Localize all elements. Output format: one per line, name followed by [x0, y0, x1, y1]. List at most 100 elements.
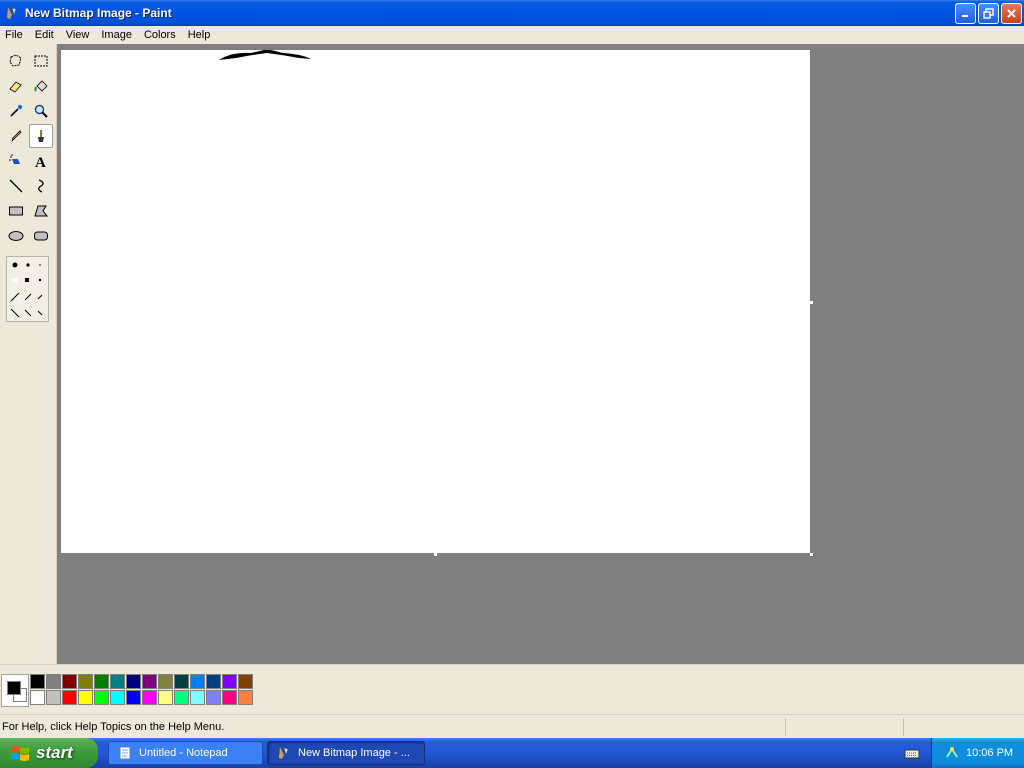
rectangle-tool[interactable]	[4, 199, 28, 223]
color-swatch[interactable]	[126, 690, 141, 705]
rounded-rectangle-tool[interactable]	[29, 224, 53, 248]
magnifier-icon	[34, 104, 48, 118]
curve-tool[interactable]	[29, 174, 53, 198]
color-swatch[interactable]	[94, 674, 109, 689]
color-swatch[interactable]	[142, 690, 157, 705]
select-icon	[34, 55, 48, 67]
color-swatch[interactable]	[222, 674, 237, 689]
ellipse-tool[interactable]	[4, 224, 28, 248]
start-button[interactable]: start	[0, 738, 98, 768]
text-icon: A	[35, 155, 46, 169]
color-swatch[interactable]	[126, 674, 141, 689]
network-icon[interactable]	[944, 745, 960, 761]
foreground-color	[7, 681, 21, 695]
fill-tool[interactable]	[29, 74, 53, 98]
polygon-icon	[34, 205, 49, 217]
fill-bucket-icon	[34, 80, 48, 92]
clock[interactable]: 10:06 PM	[966, 747, 1013, 759]
color-swatch[interactable]	[174, 674, 189, 689]
menu-edit[interactable]: Edit	[29, 29, 60, 41]
color-swatch[interactable]	[30, 674, 45, 689]
color-swatch[interactable]	[206, 690, 221, 705]
color-swatch[interactable]	[30, 690, 45, 705]
airbrush-tool[interactable]	[4, 149, 28, 173]
menu-bar: File Edit View Image Colors Help	[0, 26, 1024, 44]
line-icon	[9, 179, 23, 193]
taskbar: start Untitled - Notepad New Bitmap Imag…	[0, 738, 1024, 768]
brush-stroke	[219, 50, 311, 60]
color-swatch[interactable]	[190, 674, 205, 689]
ellipse-icon	[8, 231, 24, 241]
menu-image[interactable]: Image	[95, 29, 138, 41]
status-coordinates	[785, 717, 903, 736]
color-swatch[interactable]	[110, 690, 125, 705]
taskbar-item-label: Untitled - Notepad	[139, 747, 228, 759]
color-swatch[interactable]	[158, 690, 173, 705]
color-swatch[interactable]	[190, 690, 205, 705]
color-swatch[interactable]	[78, 690, 93, 705]
color-swatch[interactable]	[222, 690, 237, 705]
free-form-select-tool[interactable]	[4, 49, 28, 73]
pencil-tool[interactable]	[4, 124, 28, 148]
menu-view[interactable]: View	[60, 29, 96, 41]
magnifier-tool[interactable]	[29, 99, 53, 123]
line-tool[interactable]	[4, 174, 28, 198]
brush-shapes-icon	[10, 262, 43, 318]
menu-help[interactable]: Help	[182, 29, 217, 41]
status-bar: For Help, click Help Topics on the Help …	[0, 714, 1024, 738]
color-swatch[interactable]	[46, 674, 61, 689]
color-swatch[interactable]	[206, 674, 221, 689]
taskbar-item-notepad[interactable]: Untitled - Notepad	[108, 741, 263, 765]
color-swatch[interactable]	[78, 674, 93, 689]
brush-shape-options[interactable]	[6, 256, 49, 322]
toolbox: A	[0, 44, 57, 664]
close-icon	[1007, 9, 1016, 18]
keyboard-icon[interactable]	[902, 744, 922, 762]
color-swatch[interactable]	[62, 674, 77, 689]
brush-icon	[38, 130, 44, 142]
color-swatch[interactable]	[174, 690, 189, 705]
rectangle-icon	[9, 206, 23, 216]
resize-handle-right[interactable]	[810, 301, 813, 304]
color-swatch[interactable]	[238, 690, 253, 705]
color-swatch[interactable]	[62, 690, 77, 705]
menu-colors[interactable]: Colors	[138, 29, 182, 41]
notepad-icon	[117, 745, 133, 761]
windows-flag-icon	[11, 746, 29, 761]
color-swatch[interactable]	[158, 674, 173, 689]
rounded-rectangle-icon	[34, 231, 48, 241]
start-label: start	[36, 743, 73, 762]
close-button[interactable]	[1001, 3, 1022, 24]
menu-file[interactable]: File	[0, 29, 29, 41]
brush-tool[interactable]	[29, 124, 53, 148]
color-swatch[interactable]	[94, 690, 109, 705]
pick-color-tool[interactable]	[4, 99, 28, 123]
free-form-select-icon	[9, 54, 22, 67]
paint-icon	[4, 5, 20, 21]
swatch-grid	[30, 674, 254, 706]
minimize-button[interactable]	[955, 3, 976, 24]
color-swatch[interactable]	[142, 674, 157, 689]
polygon-tool[interactable]	[29, 199, 53, 223]
color-swatch[interactable]	[46, 690, 61, 705]
current-colors[interactable]	[1, 674, 29, 707]
resize-handle-corner[interactable]	[810, 553, 813, 556]
eraser-tool[interactable]	[4, 74, 28, 98]
window-title: New Bitmap Image - Paint	[25, 6, 172, 20]
airbrush-icon	[9, 154, 20, 164]
taskbar-item-paint[interactable]: New Bitmap Image - ...	[267, 741, 425, 765]
color-swatch[interactable]	[110, 674, 125, 689]
curve-icon	[38, 179, 44, 193]
resize-handle-bottom[interactable]	[434, 553, 437, 556]
status-size	[903, 717, 1024, 736]
color-swatch[interactable]	[238, 674, 253, 689]
taskbar-item-label: New Bitmap Image - ...	[298, 747, 410, 759]
title-bar[interactable]: New Bitmap Image - Paint	[0, 0, 1024, 26]
select-tool[interactable]	[29, 49, 53, 73]
eraser-icon	[9, 81, 22, 93]
restore-button[interactable]	[978, 3, 999, 24]
text-tool[interactable]: A	[29, 149, 53, 173]
system-tray: 10:06 PM	[931, 738, 1024, 768]
drawing-canvas[interactable]	[61, 50, 810, 553]
minimize-icon	[962, 15, 968, 17]
